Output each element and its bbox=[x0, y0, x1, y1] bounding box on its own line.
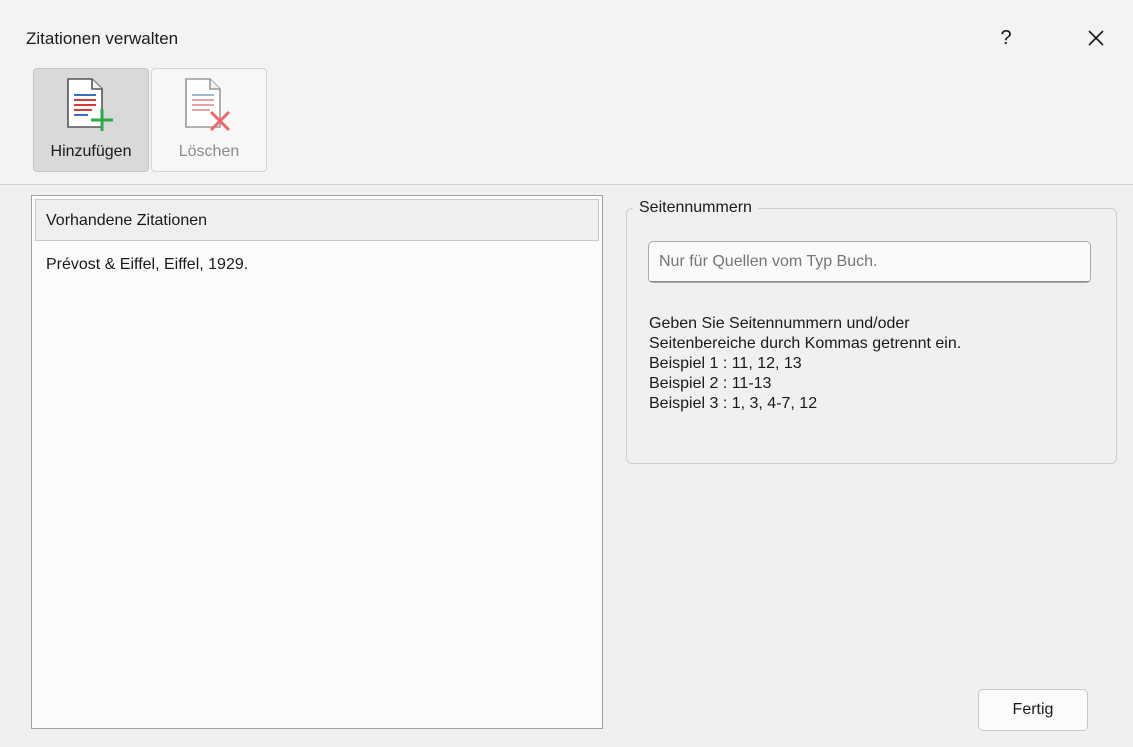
hint-line: Beispiel 3 : 1, 3, 4-7, 12 bbox=[649, 395, 818, 412]
citations-list[interactable]: Vorhandene Zitationen Prévost & Eiffel, … bbox=[31, 195, 603, 729]
delete-button-label: Löschen bbox=[178, 143, 240, 160]
help-button[interactable]: ? bbox=[986, 18, 1026, 58]
close-button[interactable] bbox=[1074, 18, 1118, 58]
list-header-label: Vorhandene Zitationen bbox=[46, 212, 208, 229]
title-bar: Zitationen verwalten ? bbox=[0, 0, 1133, 68]
hint-line: Beispiel 2 : 11-13 bbox=[649, 375, 772, 392]
list-header: Vorhandene Zitationen bbox=[35, 199, 599, 241]
hint-line: Geben Sie Seitennummern und/oder bbox=[649, 315, 910, 332]
hint-line: Seitenbereiche durch Kommas getrennt ein… bbox=[649, 335, 962, 352]
page-numbers-input[interactable] bbox=[648, 241, 1091, 283]
delete-button[interactable]: Löschen bbox=[151, 68, 267, 172]
page-numbers-legend: Seitennummern bbox=[633, 199, 758, 217]
hint-line: Beispiel 1 : 11, 12, 13 bbox=[649, 355, 802, 372]
done-button[interactable]: Fertig bbox=[978, 689, 1088, 731]
toolbar: Hinzufügen Löschen bbox=[0, 68, 1133, 185]
document-add-icon bbox=[67, 78, 113, 131]
close-icon bbox=[1088, 30, 1104, 46]
add-button[interactable]: Hinzufügen bbox=[33, 68, 149, 172]
add-button-label: Hinzufügen bbox=[50, 143, 132, 160]
input-underline bbox=[650, 281, 1089, 282]
page-numbers-hint: Geben Sie Seitennummern und/oder Seitenb… bbox=[649, 314, 1089, 414]
window-title: Zitationen verwalten bbox=[26, 29, 179, 48]
document-delete-icon bbox=[185, 78, 231, 132]
list-item[interactable]: Prévost & Eiffel, Eiffel, 1929. bbox=[46, 256, 248, 274]
